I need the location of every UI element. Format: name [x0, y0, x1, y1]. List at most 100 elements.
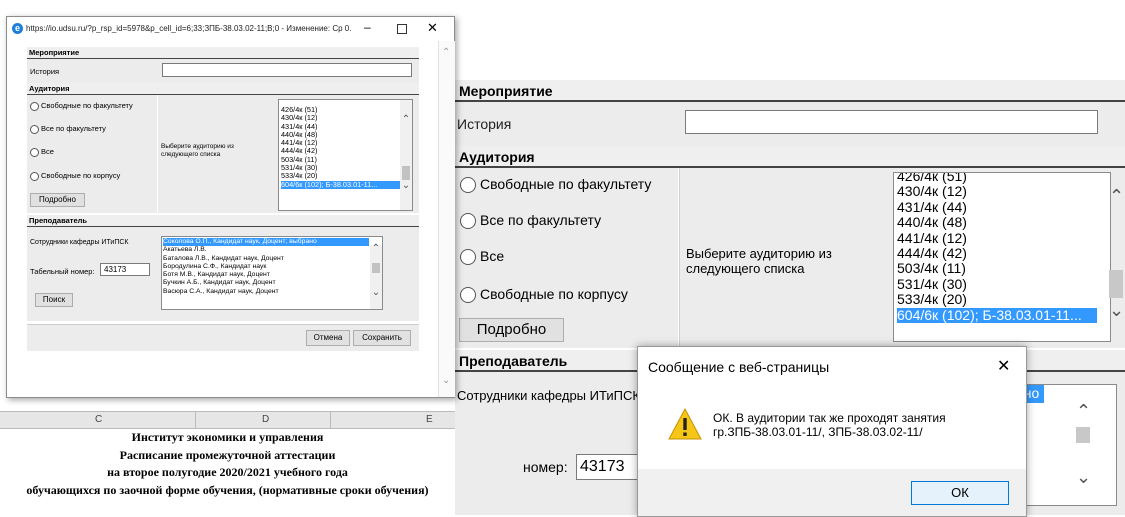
list-item[interactable]: 503/4к (11) [897, 261, 1097, 276]
zoom-room-scrollbar[interactable]: ⌃ ⌄ [1107, 172, 1125, 342]
zoom-radio-free-faculty[interactable]: Свободные по факультету [460, 176, 651, 194]
teacher-scrollbar[interactable]: ⌃ ⌄ [370, 243, 382, 309]
details-button[interactable]: Подробно [30, 193, 85, 207]
chevron-up-icon[interactable]: ⌃ [1076, 401, 1091, 422]
warning-icon [668, 408, 702, 440]
zoom-radio-all[interactable]: Все [460, 248, 504, 266]
radio-label: Свободные по корпусу [41, 171, 121, 180]
zoom-teacher-list[interactable]: ано ⌃ ⌄ [1015, 384, 1117, 506]
scroll-thumb[interactable] [1076, 427, 1090, 443]
radio-all-faculty[interactable]: Все по факультету [30, 124, 106, 134]
sheet-col-header: C D E [0, 411, 455, 429]
zoom-room-list[interactable]: 426/4к (51) 430/4к (12) 431/4к (44) 440/… [893, 172, 1111, 342]
zoom-details-button[interactable]: Подробно [459, 318, 564, 342]
chevron-down-icon[interactable]: ⌄ [442, 375, 450, 386]
minimize-icon[interactable]: – [364, 20, 371, 34]
sheet-title-block: Институт экономики и управления Расписан… [0, 429, 455, 499]
chevron-up-icon[interactable]: ⌃ [1109, 186, 1124, 207]
zoom-event-input[interactable] [685, 110, 1098, 134]
list-item-selected[interactable]: Соколова О.П., Кандидат наук, Доцент; вы… [163, 238, 369, 247]
save-button[interactable]: Сохранить [353, 330, 411, 346]
tabnum-input[interactable]: 43173 [100, 263, 150, 276]
list-item-selected[interactable]: 604/6к (102); Б-38.03.01-11... [281, 180, 401, 189]
radio-label: Все по факультету [480, 212, 602, 228]
list-item[interactable]: 441/4к (12) [897, 231, 1097, 246]
col-c[interactable]: C [95, 414, 102, 425]
list-item[interactable]: 431/4к (44) [897, 200, 1097, 215]
staff-label: Сотрудники кафедры ИТиПСК [30, 239, 129, 246]
chevron-up-icon[interactable]: ⌃ [370, 243, 382, 253]
list-item[interactable]: Бородулина С.Ф., Кандидат наук [163, 263, 369, 271]
radio-icon [460, 177, 476, 194]
zoom-aud-header: Аудитория [455, 146, 1125, 168]
zoom-choose-text: Выберите аудиторию из следующего списка [686, 246, 832, 276]
message-dialog: Сообщение с веб-страницы ✕ ОК. В аудитор… [637, 346, 1027, 517]
scroll-thumb[interactable] [372, 263, 380, 273]
list-item[interactable]: 441/4к (12) [281, 139, 401, 147]
col-d[interactable]: D [262, 414, 269, 425]
list-item[interactable]: 533/4к (20) [897, 292, 1097, 307]
dialog-footer: ОК [638, 469, 1026, 516]
footer-row: Отмена Сохранить [27, 324, 419, 351]
list-item[interactable]: 426/4к (51) [281, 106, 401, 114]
room-list[interactable]: 426/4к (51) 430/4к (12) 431/4к (44) 440/… [278, 99, 413, 211]
radio-free-faculty[interactable]: Свободные по факультету [30, 101, 133, 111]
list-item[interactable]: 430/4к (12) [281, 114, 401, 122]
zoom-radio-all-faculty[interactable]: Все по факультету [460, 212, 602, 230]
close-icon[interactable]: ✕ [427, 20, 438, 36]
close-icon[interactable]: ✕ [997, 356, 1010, 376]
event-input[interactable] [162, 63, 412, 77]
list-item[interactable]: Баталова Л.В., Кандидат наук, Доцент [163, 255, 369, 263]
list-item[interactable]: 440/4к (48) [281, 131, 401, 139]
dialog-titlebar[interactable]: Сообщение с веб-страницы ✕ [638, 347, 1026, 385]
list-item[interactable]: Ботя М.В., Кандидат наук, Доцент [163, 271, 369, 279]
choose-text: Выберите аудиторию из следующего списка [161, 143, 234, 158]
list-item[interactable]: 533/4к (20) [281, 172, 401, 180]
teacher-header: Преподаватель [27, 215, 419, 227]
list-item[interactable]: 444/4к (42) [281, 147, 401, 155]
aud-left: Свободные по факультету Все по факультет… [27, 95, 157, 213]
zoom-event-header: Мероприятие [455, 80, 1125, 102]
dialog-message: ОК. В аудитории так же проходят занятия … [713, 411, 946, 439]
list-item[interactable]: 503/4к (11) [281, 156, 401, 164]
chevron-down-icon[interactable]: ⌄ [400, 180, 412, 190]
list-item[interactable]: Бучкин А.Б., Кандидат наук, Доцент [163, 279, 369, 287]
maximize-icon[interactable] [397, 24, 407, 34]
dialog-body: ОК. В аудитории так же проходят занятия … [638, 385, 1026, 469]
zoom-radio-free-building[interactable]: Свободные по корпусу [460, 286, 628, 304]
event-row: История [27, 59, 419, 83]
zoom-event-row: История [455, 102, 1125, 146]
list-item[interactable]: 444/4к (42) [897, 246, 1097, 261]
chevron-up-icon[interactable]: ⌃ [400, 114, 412, 124]
chevron-up-icon[interactable]: ⌃ [442, 47, 450, 58]
popup-titlebar[interactable]: e https://io.udsu.ru/?p_rsp_id=5978&p_ce… [7, 17, 454, 41]
room-scrollbar[interactable]: ⌃ ⌄ [400, 100, 412, 210]
popup-scrollbar[interactable]: ⌃ ⌄ [438, 41, 455, 397]
cancel-button[interactable]: Отмена [306, 330, 350, 346]
radio-icon [460, 249, 476, 266]
scroll-thumb[interactable] [1109, 270, 1123, 298]
scroll-thumb[interactable] [402, 166, 410, 180]
list-item[interactable]: Васюра С.А., Кандидат наук, Доцент [163, 288, 369, 296]
dialog-title: Сообщение с веб-страницы [648, 359, 830, 375]
list-item[interactable]: 426/4к (51) [897, 173, 1097, 184]
list-item[interactable]: 531/4к (30) [897, 277, 1097, 292]
list-item[interactable]: 431/4к (44) [281, 123, 401, 131]
radio-free-building[interactable]: Свободные по корпусу [30, 171, 120, 181]
chevron-down-icon[interactable]: ⌄ [1109, 300, 1124, 321]
col-e[interactable]: E [426, 414, 433, 425]
list-item-selected[interactable]: 604/6к (102); Б-38.03.01-11... [897, 307, 1097, 324]
list-item[interactable]: 440/4к (48) [897, 215, 1097, 230]
zoom-aud-left: Свободные по факультету Все по факультет… [455, 168, 678, 348]
chevron-down-icon[interactable]: ⌄ [1076, 467, 1091, 488]
list-item[interactable]: 531/4к (30) [281, 164, 401, 172]
teacher-list[interactable]: Соколова О.П., Кандидат наук, Доцент; вы… [161, 236, 383, 310]
ok-button[interactable]: ОК [911, 481, 1009, 505]
list-item[interactable]: Акатьева Л.В. [163, 246, 369, 254]
list-item[interactable]: 430/4к (12) [897, 184, 1097, 199]
spreadsheet: C D E Институт экономики и управления Ра… [0, 400, 455, 515]
chevron-down-icon[interactable]: ⌄ [370, 287, 382, 297]
zoom-staff-label: Сотрудники кафедры ИТиПСК [457, 388, 640, 403]
search-button[interactable]: Поиск [35, 293, 73, 307]
radio-all[interactable]: Все [30, 147, 54, 157]
